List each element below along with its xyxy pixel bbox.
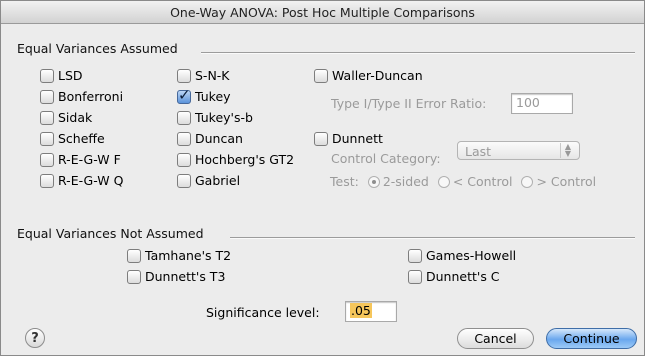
games-howell-checkbox[interactable]: Games-Howell [408,248,516,263]
radio-label: > Control [536,174,597,189]
tukeys-b-checkbox[interactable]: Tukey's-b [177,110,253,125]
control-category-label: Control Category: [331,151,441,166]
checkbox-box [40,131,54,146]
checkbox-label: S-N-K [195,68,230,83]
equal-variances-group-label: Equal Variances Assumed [17,41,178,56]
hochberg-checkbox[interactable]: Hochberg's GT2 [177,152,294,167]
lsd-checkbox[interactable]: LSD [40,68,83,83]
checkbox-checked-icon [177,86,191,104]
dunnetts-c-checkbox[interactable]: Dunnett's C [408,269,500,284]
unequal-variances-divider [230,237,635,239]
checkbox-label: R-E-G-W Q [58,173,124,188]
test-options: Test: 2-sided < Control > Control [330,174,596,189]
checkbox-label: Tukey's-b [195,110,253,125]
checkbox-box [314,68,328,83]
checkbox-box [127,269,141,284]
significance-value: .05 [350,303,372,318]
checkbox-box [40,152,54,167]
checkbox-box [177,152,191,167]
radio-2-sided[interactable] [367,176,380,188]
scheffe-checkbox[interactable]: Scheffe [40,131,105,146]
gabriel-checkbox[interactable]: Gabriel [177,173,240,188]
waller-duncan-checkbox[interactable]: Waller-Duncan [314,68,423,83]
checkbox-box [177,68,191,83]
regwq-checkbox[interactable]: R-E-G-W Q [40,173,123,188]
radio-greater-control[interactable] [521,176,534,188]
checkbox-label: Waller-Duncan [332,68,423,83]
checkbox-label: Gabriel [195,173,241,188]
checkbox-box [408,269,422,284]
control-category-select[interactable]: Last ▲ ▼ [457,141,580,160]
checkbox-label: Dunnett [332,131,383,146]
duncan-checkbox[interactable]: Duncan [177,131,243,146]
regwf-checkbox[interactable]: R-E-G-W F [40,152,121,167]
title-bar[interactable]: One-Way ANOVA: Post Hoc Multiple Compari… [1,1,644,24]
checkbox-label: Tukey [195,89,231,104]
checkbox-box [177,131,191,146]
window-title: One-Way ANOVA: Post Hoc Multiple Compari… [170,5,475,20]
equal-variances-divider [201,52,635,54]
radio-label: 2-sided [382,174,429,189]
dialog-window: One-Way ANOVA: Post Hoc Multiple Compari… [0,0,645,356]
radio-less-control[interactable] [437,176,450,188]
continue-button[interactable]: Continue [546,328,637,349]
unequal-variances-group-label: Equal Variances Not Assumed [17,226,204,241]
significance-input[interactable]: .05 [345,301,397,322]
checkbox-box [40,110,54,125]
checkbox-label: Duncan [195,131,243,146]
checkbox-label: R-E-G-W F [58,152,121,167]
checkbox-box [408,248,422,263]
error-ratio-input[interactable]: 100 [511,93,573,114]
checkbox-label: Bonferroni [58,89,124,104]
checkbox-box [177,110,191,125]
error-ratio-label: Type I/Type II Error Ratio: [331,96,487,111]
checkbox-label: LSD [58,68,83,83]
checkbox-box [40,89,54,104]
snk-checkbox[interactable]: S-N-K [177,68,230,83]
dunnetts-t3-checkbox[interactable]: Dunnett's T3 [127,269,225,284]
test-label: Test: [330,174,359,189]
tamhane-checkbox[interactable]: Tamhane's T2 [127,248,231,263]
checkbox-label: Dunnett's T3 [145,269,226,284]
sidak-checkbox[interactable]: Sidak [40,110,92,125]
updown-arrows-icon: ▲ ▼ [560,143,575,158]
checkbox-label: Sidak [58,110,93,125]
checkbox-box [127,248,141,263]
tukey-checkbox[interactable]: Tukey [177,86,231,104]
checkbox-label: Dunnett's C [426,269,500,284]
checkbox-label: Hochberg's GT2 [195,152,295,167]
radio-label: < Control [452,174,513,189]
control-category-value: Last [465,144,492,159]
help-button[interactable]: ? [25,328,45,348]
dunnett-checkbox[interactable]: Dunnett [314,131,383,146]
bonferroni-checkbox[interactable]: Bonferroni [40,89,123,104]
checkbox-box [40,173,54,188]
significance-label: Significance level: [206,305,320,320]
checkbox-label: Games-Howell [426,248,517,263]
checkbox-label: Tamhane's T2 [145,248,232,263]
checkbox-box [177,173,191,188]
checkbox-label: Scheffe [58,131,105,146]
checkbox-box [314,131,328,146]
cancel-button[interactable]: Cancel [457,328,534,349]
checkbox-box [40,68,54,83]
